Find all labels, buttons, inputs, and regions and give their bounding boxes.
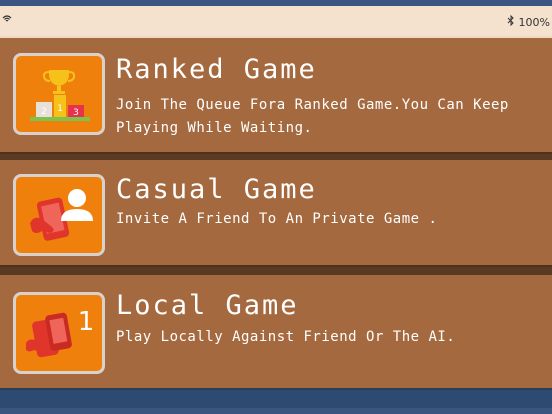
bottom-bar bbox=[0, 388, 552, 408]
casual-game-description: Invite A Friend To An Private Game . bbox=[116, 211, 438, 227]
ranked-game-description: Join The Queue Fora Ranked Game.You Can … bbox=[116, 97, 509, 136]
invite-friend-phone-icon bbox=[13, 174, 105, 256]
casual-game-title: Casual Game bbox=[116, 174, 317, 205]
podium-third-label: 3 bbox=[73, 108, 79, 118]
battery-level: 100% bbox=[518, 16, 550, 29]
podium-first-label: 1 bbox=[57, 104, 63, 114]
bluetooth-icon bbox=[507, 14, 519, 29]
local-game-description: Play Locally Against Friend Or The AI. bbox=[116, 329, 456, 345]
casual-game-button[interactable]: Casual Game Invite A Friend To An Privat… bbox=[0, 160, 552, 265]
status-right: 100% bbox=[507, 14, 550, 29]
local-game-title: Local Game bbox=[116, 290, 299, 321]
wifi-icon bbox=[2, 14, 12, 27]
local-game-button[interactable]: 1 Local Game Play Locally Against Friend… bbox=[0, 275, 552, 388]
ranked-game-button[interactable]: 1 2 3 Ranked Game Join The Queue Fora Ra… bbox=[0, 38, 552, 152]
podium-second-label: 2 bbox=[41, 107, 47, 117]
ranked-game-title: Ranked Game bbox=[116, 54, 317, 85]
trophy-podium-icon: 1 2 3 bbox=[13, 53, 105, 135]
local-game-badge: 1 bbox=[78, 307, 95, 337]
local-phones-icon: 1 bbox=[13, 292, 105, 374]
status-bar: 100% bbox=[0, 6, 552, 36]
wood-divider bbox=[0, 265, 552, 275]
